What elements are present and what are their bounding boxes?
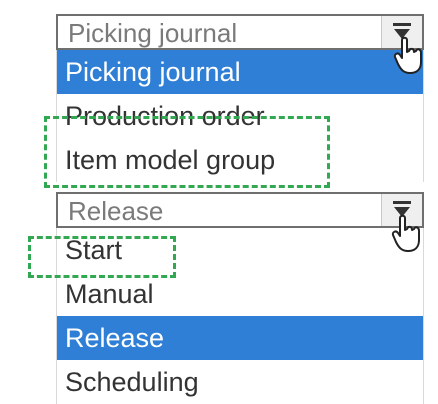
picking-journal-combo[interactable]: Picking journal — [56, 14, 424, 50]
option-start[interactable]: Start — [57, 228, 423, 272]
option-manual[interactable]: Manual — [57, 272, 423, 316]
dropdown-button[interactable] — [381, 194, 422, 226]
option-production-order[interactable]: Production order — [57, 94, 423, 138]
option-scheduling[interactable]: Scheduling — [57, 360, 423, 404]
chevron-down-icon — [393, 23, 411, 39]
picking-journal-dropdown-list: Picking journal Production order Item mo… — [56, 50, 424, 182]
dropdown-button[interactable] — [381, 16, 422, 48]
combo-value: Picking journal — [68, 18, 238, 48]
option-picking-journal[interactable]: Picking journal — [57, 50, 423, 94]
option-item-model-group[interactable]: Item model group — [57, 138, 423, 182]
option-release[interactable]: Release — [57, 316, 423, 360]
combo-value: Release — [68, 196, 164, 226]
release-dropdown-list: Start Manual Release Scheduling — [56, 228, 424, 404]
chevron-down-icon — [393, 201, 411, 217]
release-combo[interactable]: Release — [56, 192, 424, 228]
dropdown-screenshot: Picking journal Picking journal Producti… — [0, 0, 438, 404]
